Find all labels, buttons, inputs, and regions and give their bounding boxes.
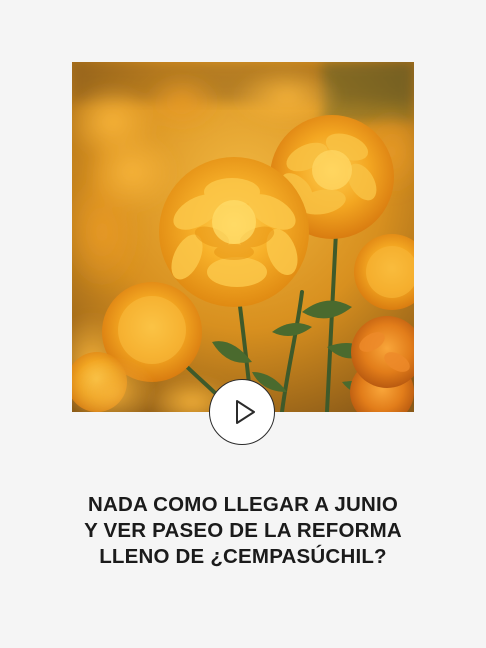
caption-line-2: Y VER PASEO DE LA REFORMA <box>84 519 402 542</box>
play-icon <box>236 400 255 424</box>
marigold-image <box>72 62 414 412</box>
caption-line-3: LLENO DE ¿CEMPASÚCHIL? <box>99 545 387 568</box>
marigold-photo[interactable] <box>72 62 414 412</box>
play-button[interactable] <box>209 379 275 445</box>
caption-line-1: NADA COMO LLEGAR A JUNIO <box>87 493 399 516</box>
post-card: NADA COMO LLEGAR A JUNIO Y VER PASEO DE … <box>0 0 486 648</box>
post-caption: NADA COMO LLEGAR A JUNIO Y VER PASEO DE … <box>40 492 446 570</box>
